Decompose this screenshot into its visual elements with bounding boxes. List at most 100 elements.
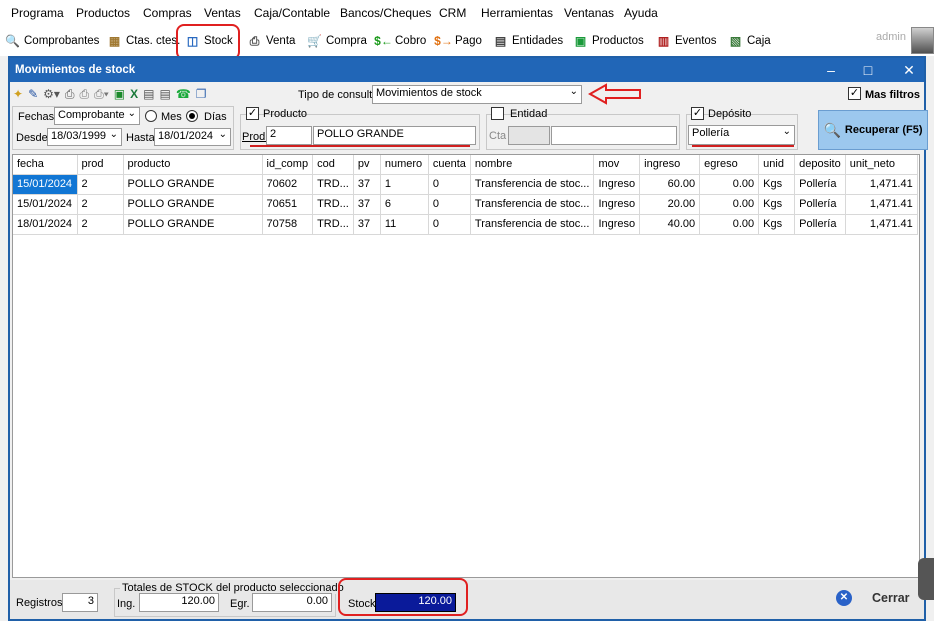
prod-name-input[interactable]: POLLO GRANDE [313, 126, 476, 145]
settings-icon[interactable]: ⚙▾ [43, 87, 60, 101]
avatar[interactable] [911, 27, 934, 54]
ctas-ctes-button[interactable]: ▦ Ctas. ctes. [106, 30, 181, 52]
cell-cod[interactable]: TRD... [312, 214, 354, 235]
cell-cuenta[interactable]: 0 [428, 194, 471, 215]
cell-id-comp[interactable]: 70602 [262, 174, 314, 195]
entidades-button[interactable]: ▤ Entidades [492, 30, 563, 52]
side-panel-tab[interactable] [918, 558, 934, 600]
menu-ventanas[interactable]: Ventanas [564, 6, 614, 20]
cell-numero[interactable]: 11 [380, 214, 429, 235]
col-cod[interactable]: cod [312, 155, 354, 175]
menu-herramientas[interactable]: Herramientas [481, 6, 553, 20]
col-numero[interactable]: numero [380, 155, 429, 175]
dias-radio[interactable] [186, 110, 198, 122]
col-mov[interactable]: mov [593, 155, 641, 175]
cell-deposito[interactable]: Pollería [794, 194, 846, 215]
deposito-checkbox[interactable]: ✓ [691, 107, 704, 120]
producto-checkbox[interactable]: ✓ [246, 107, 259, 120]
desde-date-input[interactable]: 18/03/1999 ⌄ [47, 128, 122, 146]
col-prod[interactable]: prod [77, 155, 124, 175]
venta-button[interactable]: ⎙ Venta [246, 30, 296, 52]
menu-crm[interactable]: CRM [439, 6, 466, 20]
print-icon[interactable]: ⎙ [65, 87, 75, 102]
mas-filtros-checkbox[interactable]: ✓ [848, 87, 861, 100]
cell-cod[interactable]: TRD... [312, 194, 354, 215]
cell-nombre[interactable]: Transferencia de stoc... [470, 214, 595, 235]
cell-unit-neto[interactable]: 1,471.41 [845, 194, 918, 215]
cell-egreso[interactable]: 0.00 [699, 214, 760, 235]
cell-pv[interactable]: 37 [353, 214, 381, 235]
pdf-icon[interactable]: ▤ [143, 87, 154, 101]
export-icon[interactable]: ▤ [159, 87, 170, 101]
cell-cuenta[interactable]: 0 [428, 174, 471, 195]
cell-unid[interactable]: Kgs [758, 174, 796, 195]
menu-ayuda[interactable]: Ayuda [624, 6, 658, 20]
eventos-button[interactable]: ▥ Eventos [655, 30, 717, 52]
prod-code-input[interactable]: 2 [266, 126, 312, 145]
excel-icon[interactable]: X [130, 87, 138, 101]
maximize-button[interactable]: □ [853, 60, 883, 80]
cell-id-comp[interactable]: 70758 [262, 214, 314, 235]
menu-compras[interactable]: Compras [143, 6, 192, 20]
whatsapp-icon[interactable]: ☎ [176, 87, 191, 101]
tipo-consulta-select[interactable]: Movimientos de stock ⌄ [372, 85, 582, 104]
col-unit-neto[interactable]: unit_neto [845, 155, 918, 175]
cell-pv[interactable]: 37 [353, 194, 381, 215]
comprobantes-button[interactable]: 🔍 Comprobantes [4, 30, 99, 52]
cell-ingreso[interactable]: 60.00 [639, 174, 701, 195]
table-row[interactable]: 18/01/2024 2 POLLO GRANDE 70758 TRD... 3… [13, 214, 918, 235]
cell-cod[interactable]: TRD... [312, 174, 354, 195]
cell-numero[interactable]: 6 [380, 194, 429, 215]
cell-unid[interactable]: Kgs [758, 194, 796, 215]
close-button[interactable]: ✕ [894, 60, 924, 80]
new-icon[interactable]: ✦ [13, 87, 23, 101]
copy-icon[interactable]: ❐ [196, 87, 207, 101]
cell-prod[interactable]: 2 [77, 194, 124, 215]
cell-mov[interactable]: Ingreso [593, 174, 641, 195]
cell-nombre[interactable]: Transferencia de stoc... [470, 194, 595, 215]
cobro-button[interactable]: $← Cobro [374, 30, 426, 52]
entidad-checkbox[interactable] [491, 107, 504, 120]
cell-unit-neto[interactable]: 1,471.41 [845, 214, 918, 235]
pago-button[interactable]: $→ Pago [434, 30, 482, 52]
menu-programa[interactable]: Programa [11, 6, 64, 20]
cell-ingreso[interactable]: 20.00 [639, 194, 701, 215]
recuperar-button[interactable]: 🔍 Recuperar (F5) [818, 110, 928, 150]
minimize-button[interactable]: – [816, 60, 846, 80]
cell-cuenta[interactable]: 0 [428, 214, 471, 235]
cell-prod[interactable]: 2 [77, 174, 124, 195]
col-ingreso[interactable]: ingreso [639, 155, 701, 175]
hasta-date-input[interactable]: 18/01/2024 ⌄ [154, 128, 231, 146]
cell-fecha[interactable]: 15/01/2024 [13, 194, 78, 215]
cta-input[interactable] [508, 126, 550, 145]
cell-deposito[interactable]: Pollería [794, 174, 846, 195]
cell-fecha[interactable]: 18/01/2024 [13, 214, 78, 235]
table-row[interactable]: 15/01/2024 2 POLLO GRANDE 70651 TRD... 3… [13, 194, 918, 215]
productos-button[interactable]: ▣ Productos [572, 30, 644, 52]
cell-unid[interactable]: Kgs [758, 214, 796, 235]
menu-caja-contable[interactable]: Caja/Contable [254, 6, 330, 20]
cell-mov[interactable]: Ingreso [593, 214, 641, 235]
cell-prod[interactable]: 2 [77, 214, 124, 235]
print-preview-icon[interactable]: ⎙ [80, 87, 90, 102]
cell-numero[interactable]: 1 [380, 174, 429, 195]
table-row[interactable]: 15/01/2024 2 POLLO GRANDE 70602 TRD... 3… [13, 174, 918, 195]
cell-producto[interactable]: POLLO GRANDE [123, 174, 263, 195]
cell-mov[interactable]: Ingreso [593, 194, 641, 215]
cell-unit-neto[interactable]: 1,471.41 [845, 174, 918, 195]
entidad-name-input[interactable] [551, 126, 677, 145]
cell-producto[interactable]: POLLO GRANDE [123, 214, 263, 235]
col-nombre[interactable]: nombre [470, 155, 595, 175]
cell-egreso[interactable]: 0.00 [699, 174, 760, 195]
compra-button[interactable]: 🛒 Compra [306, 30, 367, 52]
caja-button[interactable]: ▧ Caja [727, 30, 771, 52]
col-pv[interactable]: pv [353, 155, 381, 175]
edit-icon[interactable]: ✎ [28, 87, 38, 101]
print-options-icon[interactable]: ⎙▾ [94, 87, 109, 102]
cerrar-button[interactable]: ✕ Cerrar [836, 590, 910, 606]
col-egreso[interactable]: egreso [699, 155, 760, 175]
col-producto[interactable]: producto [123, 155, 263, 175]
mes-radio[interactable] [145, 110, 157, 122]
cell-pv[interactable]: 37 [353, 174, 381, 195]
menu-productos[interactable]: Productos [76, 6, 130, 20]
